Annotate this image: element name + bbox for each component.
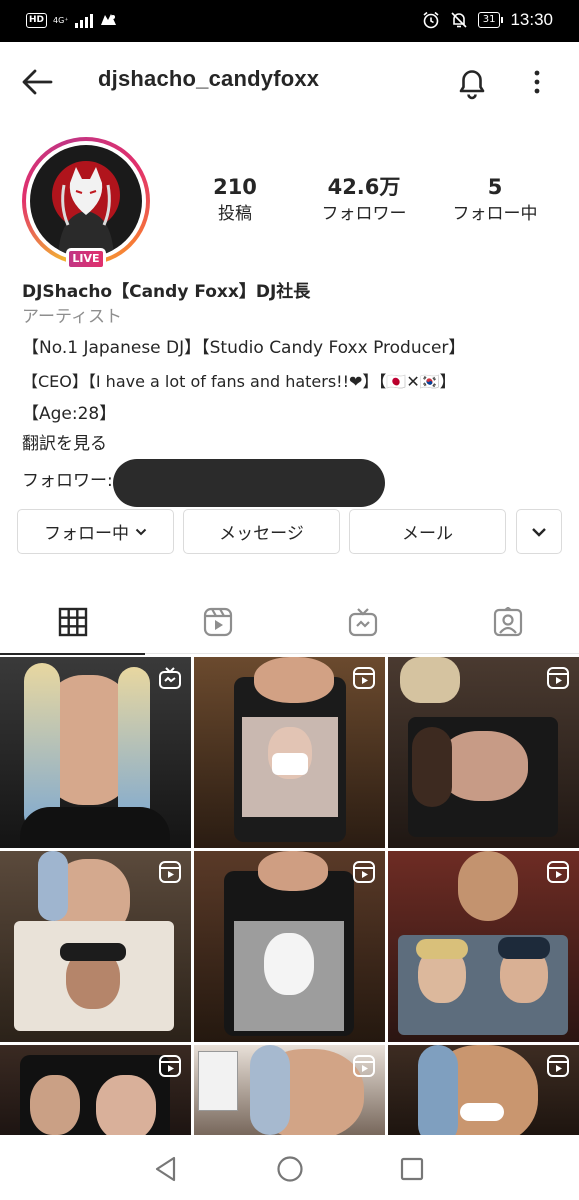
username-title: djshacho_candyfoxx xyxy=(98,66,320,91)
tab-igtv[interactable] xyxy=(290,590,435,654)
reels-icon xyxy=(547,667,569,689)
profile-avatar[interactable]: LIVE xyxy=(22,137,150,270)
tagged-icon xyxy=(493,607,522,637)
stat-following[interactable]: 5 フォロー中 xyxy=(440,173,550,227)
redacted-block xyxy=(112,459,385,507)
hd-badge: HD xyxy=(26,12,48,28)
following-button[interactable]: フォロー中 xyxy=(17,509,174,554)
bell-icon xyxy=(459,70,485,100)
followers-label: フォロワー xyxy=(321,204,407,224)
status-right: 31 13:30 xyxy=(422,10,553,30)
live-badge: LIVE xyxy=(66,248,106,270)
following-count: 5 xyxy=(487,175,503,199)
system-recents-button[interactable] xyxy=(394,1151,430,1187)
igtv-icon xyxy=(348,608,377,637)
profile-tabs xyxy=(0,590,579,655)
see-translation-link[interactable]: 翻訳を見る xyxy=(22,431,567,457)
posts-label: 投稿 xyxy=(218,204,252,224)
more-vertical-icon xyxy=(534,70,540,94)
bio-line: 【Age:28】 xyxy=(22,404,117,424)
mute-bell-icon xyxy=(451,12,467,28)
system-nav-bar xyxy=(0,1135,579,1200)
suggestions-button[interactable] xyxy=(516,509,562,554)
back-button[interactable] xyxy=(18,64,58,100)
status-left: HD 4G⁺ xyxy=(26,11,119,29)
display-name: DJShacho【Candy Foxx】DJ社長 xyxy=(22,282,311,302)
profile-header: djshacho_candyfoxx xyxy=(0,42,579,122)
tab-reels[interactable] xyxy=(145,590,290,654)
stat-followers[interactable]: 42.6万 フォロワー xyxy=(302,173,426,227)
home-circle-icon xyxy=(277,1156,303,1182)
category-label: アーティスト xyxy=(22,307,122,327)
grid-post[interactable] xyxy=(0,1045,191,1135)
alarm-icon xyxy=(423,11,439,29)
reels-icon xyxy=(203,607,232,637)
posts-count: 210 xyxy=(213,175,257,199)
system-back-button[interactable] xyxy=(148,1151,184,1187)
followers-count: 42.6万 xyxy=(327,175,401,199)
grid-post[interactable] xyxy=(0,851,191,1042)
chevron-down-icon xyxy=(135,528,147,535)
reels-icon xyxy=(159,861,181,883)
status-bar: HD 4G⁺ 31 13:30 xyxy=(0,0,579,42)
grid-post[interactable] xyxy=(388,1045,579,1135)
back-triangle-icon xyxy=(155,1156,176,1182)
followed-by[interactable]: フォロワー: xyxy=(22,457,567,507)
reels-icon xyxy=(547,1055,569,1077)
following-label: フォロー中 xyxy=(452,204,538,224)
grid-post[interactable] xyxy=(194,1045,385,1135)
posts-grid xyxy=(0,657,579,1135)
reels-icon xyxy=(353,861,375,883)
bio-line: 【CEO】【I have a lot of fans and haters!!❤… xyxy=(22,372,456,391)
tab-posts[interactable] xyxy=(0,590,145,655)
battery-icon: 31 xyxy=(477,12,504,28)
notifications-button[interactable] xyxy=(452,62,492,102)
app-notification-icon xyxy=(100,14,116,25)
chevron-down-icon xyxy=(532,527,546,537)
following-button-label: フォロー中 xyxy=(44,524,129,544)
message-button-label: メッセージ xyxy=(219,524,304,544)
reels-icon xyxy=(547,861,569,883)
grid-post[interactable] xyxy=(194,851,385,1042)
grid-post[interactable] xyxy=(194,657,385,848)
story-ring xyxy=(22,137,150,265)
grid-post[interactable] xyxy=(388,657,579,848)
system-home-button[interactable] xyxy=(272,1151,308,1187)
grid-post[interactable] xyxy=(388,851,579,1042)
grid-icon xyxy=(58,607,87,637)
reels-icon xyxy=(353,667,375,689)
signal-icon xyxy=(74,12,93,28)
igtv-icon xyxy=(159,667,181,689)
bio-line: 【No.1 Japanese DJ】【Studio Candy Foxx Pro… xyxy=(22,338,466,358)
email-button[interactable]: メール xyxy=(349,509,506,554)
reels-icon xyxy=(159,1055,181,1077)
avatar-image xyxy=(30,145,142,257)
profile-bio: DJShacho【Candy Foxx】DJ社長 アーティスト 【No.1 Ja… xyxy=(22,280,567,507)
grid-post[interactable] xyxy=(0,657,191,848)
back-arrow-icon xyxy=(22,69,53,95)
email-button-label: メール xyxy=(402,524,453,544)
clock: 13:30 xyxy=(510,10,553,29)
reels-icon xyxy=(353,1055,375,1077)
message-button[interactable]: メッセージ xyxy=(183,509,340,554)
recents-square-icon xyxy=(400,1157,424,1181)
stat-posts[interactable]: 210 投稿 xyxy=(190,173,280,227)
followed-by-label: フォロワー: xyxy=(22,471,113,491)
tab-tagged[interactable] xyxy=(435,590,579,654)
more-options-button[interactable] xyxy=(522,64,552,100)
network-type: 4G⁺ xyxy=(53,15,69,25)
